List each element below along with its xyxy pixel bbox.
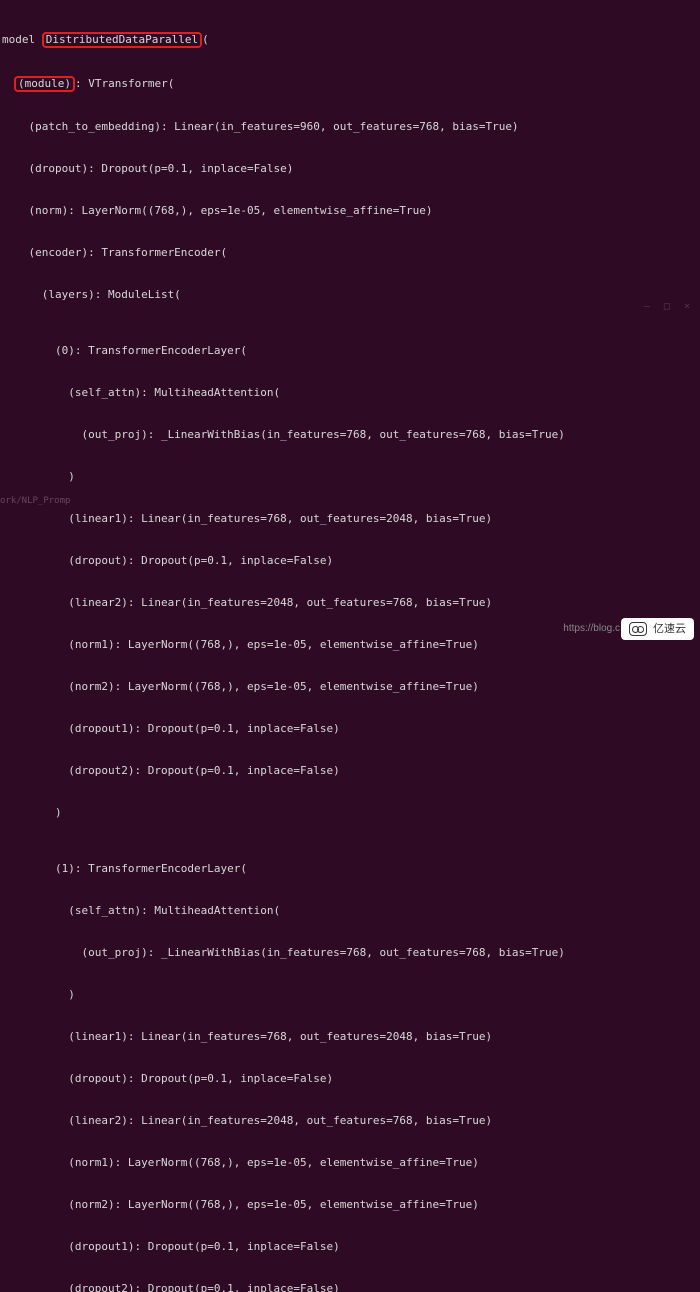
- line: (linear1): Linear(in_features=768, out_f…: [2, 512, 700, 526]
- background-left-text: ork/NLP_Promp: [0, 494, 70, 508]
- line: (norm1): LayerNorm((768,), eps=1e-05, el…: [2, 638, 700, 652]
- highlight-module: (module): [14, 76, 75, 92]
- line-module-header: (module): VTransformer(: [2, 76, 700, 92]
- line-model-header: model DistributedDataParallel(: [2, 32, 700, 48]
- line: (dropout): Dropout(p=0.1, inplace=False): [2, 1072, 700, 1086]
- watermark: 亿速云: [621, 618, 694, 640]
- blog-url: https://blog.c: [563, 622, 620, 636]
- line: (dropout2): Dropout(p=0.1, inplace=False…: [2, 764, 700, 778]
- background-window-controls: — □ ×: [644, 300, 694, 314]
- line: (linear2): Linear(in_features=2048, out_…: [2, 596, 700, 610]
- highlight-ddp: DistributedDataParallel: [42, 32, 202, 48]
- line: (norm2): LayerNorm((768,), eps=1e-05, el…: [2, 680, 700, 694]
- line: (out_proj): _LinearWithBias(in_features=…: [2, 946, 700, 960]
- watermark-logo-icon: [629, 622, 647, 636]
- line: (norm2): LayerNorm((768,), eps=1e-05, el…: [2, 1198, 700, 1212]
- watermark-brand: 亿速云: [653, 622, 686, 636]
- line: (linear1): Linear(in_features=768, out_f…: [2, 1030, 700, 1044]
- line: (dropout): Dropout(p=0.1, inplace=False): [2, 162, 700, 176]
- line: ): [2, 988, 700, 1002]
- line: (patch_to_embedding): Linear(in_features…: [2, 120, 700, 134]
- line: (linear2): Linear(in_features=2048, out_…: [2, 1114, 700, 1128]
- line: (dropout1): Dropout(p=0.1, inplace=False…: [2, 1240, 700, 1254]
- line: ): [2, 470, 700, 484]
- line: (encoder): TransformerEncoder(: [2, 246, 700, 260]
- line: (layers): ModuleList(: [2, 288, 700, 302]
- layer-1-head: (1): TransformerEncoderLayer(: [2, 862, 700, 876]
- line: ): [2, 806, 700, 820]
- line: (self_attn): MultiheadAttention(: [2, 904, 700, 918]
- line: (dropout): Dropout(p=0.1, inplace=False): [2, 554, 700, 568]
- line: (self_attn): MultiheadAttention(: [2, 386, 700, 400]
- line: (norm1): LayerNorm((768,), eps=1e-05, el…: [2, 1156, 700, 1170]
- layer-0-head: (0): TransformerEncoderLayer(: [2, 344, 700, 358]
- line: (norm): LayerNorm((768,), eps=1e-05, ele…: [2, 204, 700, 218]
- line: (dropout1): Dropout(p=0.1, inplace=False…: [2, 722, 700, 736]
- line: (dropout2): Dropout(p=0.1, inplace=False…: [2, 1282, 700, 1292]
- line: (out_proj): _LinearWithBias(in_features=…: [2, 428, 700, 442]
- terminal-output: model DistributedDataParallel( (module):…: [2, 4, 700, 1292]
